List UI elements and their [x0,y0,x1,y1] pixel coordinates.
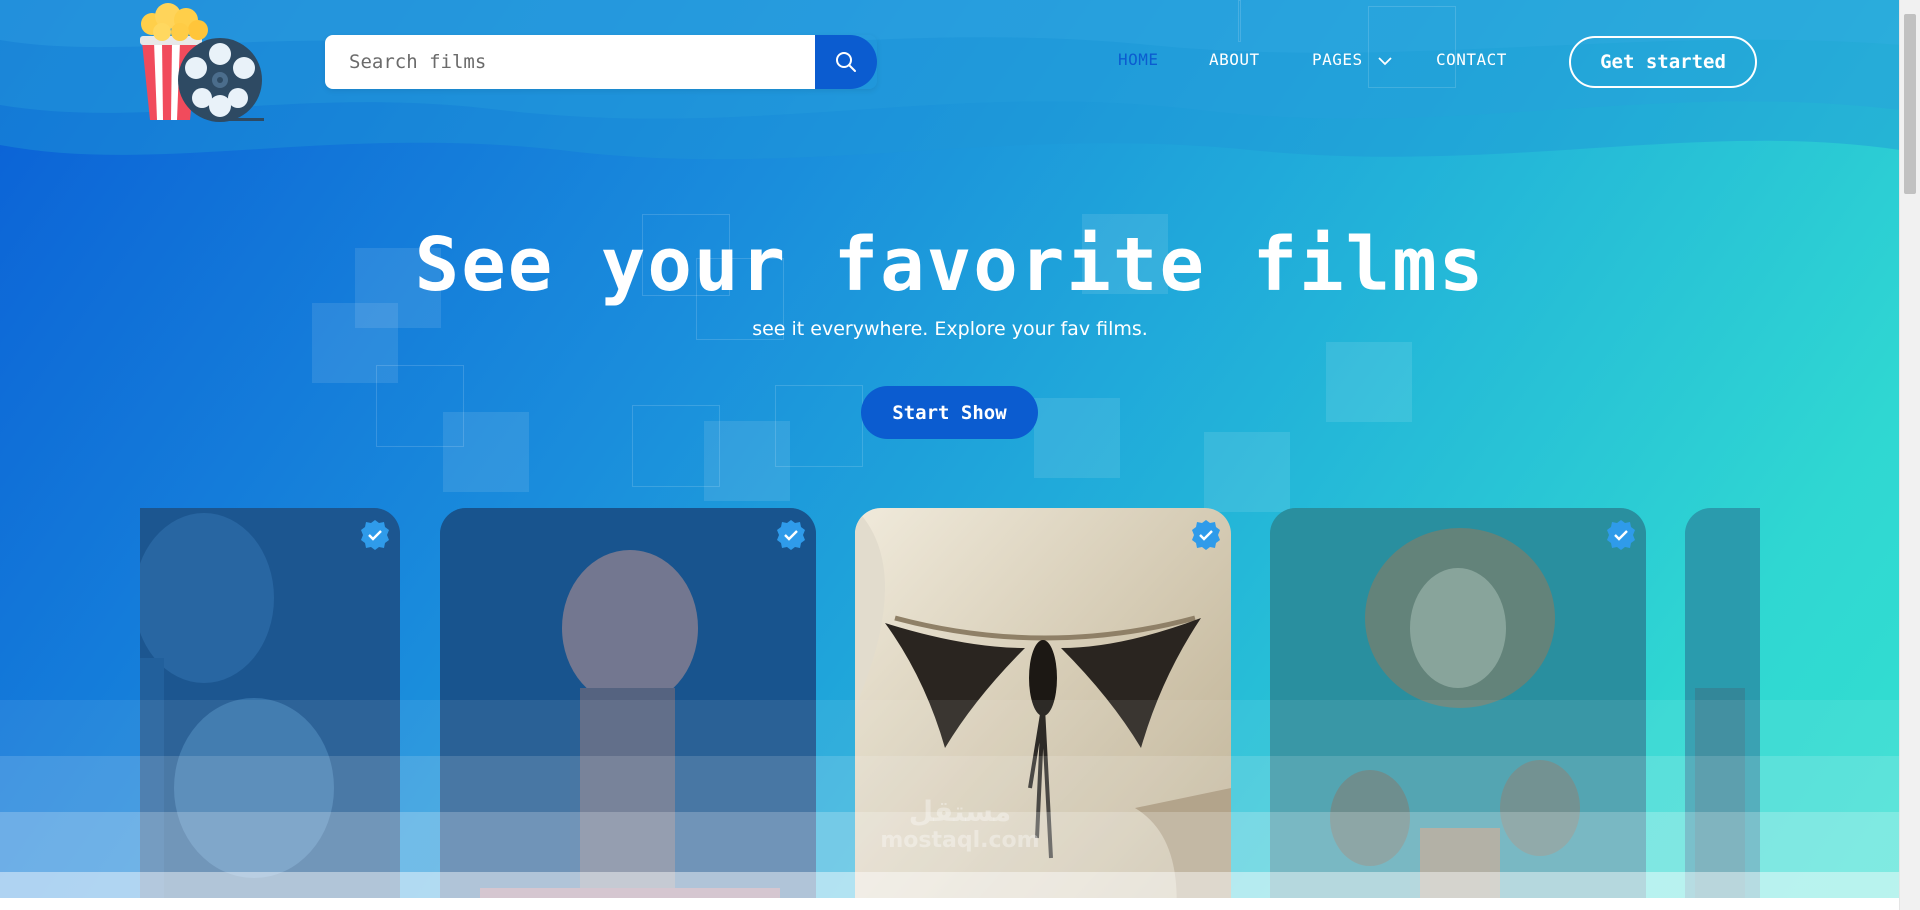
search-input[interactable] [325,35,815,89]
film-card[interactable] [140,508,400,910]
start-show-button[interactable]: Start Show [861,386,1038,439]
popcorn-film-reel-logo[interactable] [138,2,268,124]
page-scrollbar[interactable] [1899,0,1920,910]
decor-square-outline [1368,6,1456,88]
hero-title: See your favorite films [414,222,1486,308]
film-card[interactable] [440,508,816,910]
decor-square [1034,398,1120,478]
verified-check-icon [1607,520,1635,550]
nav-pages[interactable]: PAGES [1312,50,1393,69]
header-wave-background [0,0,1900,160]
search-bar [325,35,877,89]
nav-home[interactable]: HOME [1118,50,1159,69]
search-icon [836,52,856,72]
chevron-down-icon [1378,56,1392,65]
decor-square [443,412,529,492]
nav-about[interactable]: ABOUT [1209,50,1260,69]
verified-check-icon [361,520,389,550]
verified-check-icon [777,520,805,550]
scrollbar-thumb[interactable] [1904,14,1916,194]
decor-square-outline [1238,0,1241,42]
decor-square [1326,342,1412,422]
decor-square [1204,432,1290,512]
nav-pages-label: PAGES [1312,50,1363,69]
film-card[interactable] [1270,508,1646,910]
watermark-url: mostaql.com [880,828,1040,853]
hero-subtitle: see it everywhere. Explore your fav film… [752,318,1148,340]
watermark-arabic: مستقل [908,795,1012,828]
nav-contact[interactable]: CONTACT [1436,50,1507,69]
verified-check-icon [1192,520,1220,550]
decor-square-outline [775,385,863,467]
get-started-button[interactable]: Get started [1569,36,1757,88]
film-card[interactable] [1685,508,1760,910]
page: HOME ABOUT PAGES CONTACT Get started See… [0,0,1920,910]
search-button[interactable] [815,35,877,89]
watermark: مستقل mostaql.com [840,795,1080,853]
